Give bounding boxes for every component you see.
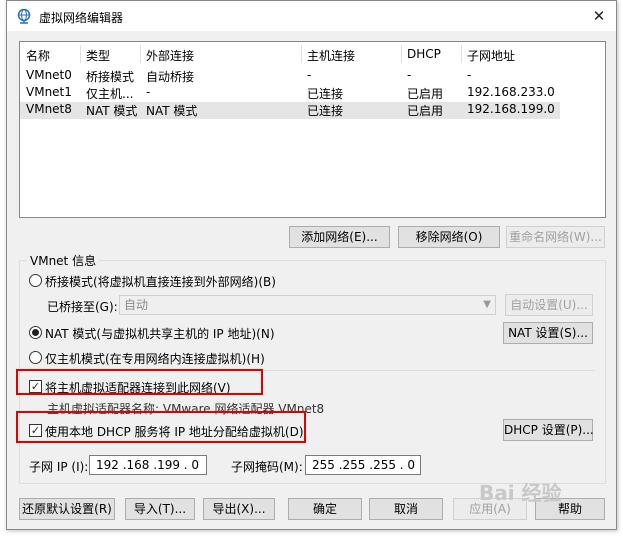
- ok-button[interactable]: 确定: [288, 498, 362, 520]
- dhcp-settings-button[interactable]: DHCP 设置(P)...: [503, 419, 594, 441]
- highlight-box: [16, 369, 263, 395]
- bridged-radio[interactable]: [29, 274, 42, 287]
- add-network-button[interactable]: 添加网络(E)...: [289, 226, 390, 248]
- list-header: 名称 类型 外部连接 主机连接 DHCP 子网地址: [20, 47, 560, 65]
- watermark: Bai 经验: [479, 481, 562, 505]
- auto-settings-button[interactable]: 自动设置(U)...: [505, 294, 593, 316]
- rename-network-button[interactable]: 重命名网络(W)...: [506, 226, 605, 248]
- restore-defaults-button[interactable]: 还原默认设置(R): [19, 498, 115, 520]
- bridged-to-dropdown[interactable]: 自动 ▼: [119, 295, 496, 315]
- table-row-selected[interactable]: VMnet8 NAT 模式 NAT 模式 已连接 已启用 192.168.199…: [20, 102, 560, 119]
- host-only-radio[interactable]: [29, 351, 42, 364]
- table-row[interactable]: VMnet1 仅主机... - 已连接 已启用 192.168.233.0: [20, 85, 560, 102]
- cancel-button[interactable]: 取消: [369, 498, 443, 520]
- vmnet-info-title: VMnet 信息: [27, 252, 100, 269]
- export-button[interactable]: 导出(X)...: [203, 498, 275, 520]
- chevron-down-icon: ▼: [483, 299, 491, 310]
- nat-label[interactable]: NAT 模式(与虚拟机共享主机的 IP 地址)(N): [45, 325, 275, 342]
- nat-radio[interactable]: [29, 326, 42, 339]
- network-list[interactable]: 名称 类型 外部连接 主机连接 DHCP 子网地址 VMnet0 桥接模式 自动…: [19, 41, 606, 218]
- title-bar: 虚拟网络编辑器 ✕: [7, 1, 616, 31]
- bridged-to-label: 已桥接至(G):: [47, 300, 118, 314]
- close-button[interactable]: ✕: [588, 6, 610, 26]
- header-subnet[interactable]: 子网地址: [467, 47, 515, 64]
- subnet-mask-label: 子网掩码(M):: [231, 460, 303, 474]
- table-row[interactable]: VMnet0 桥接模式 自动桥接 - - -: [20, 68, 560, 85]
- network-globe-icon: [17, 8, 31, 24]
- bridged-label[interactable]: 桥接模式(将虚拟机直接连接到外部网络)(B): [45, 273, 276, 290]
- nat-settings-button[interactable]: NAT 设置(S)...: [503, 322, 593, 344]
- subnet-ip-input[interactable]: 192 .168 .199 . 0: [89, 455, 207, 475]
- window-title: 虚拟网络编辑器: [39, 11, 124, 25]
- import-button[interactable]: 导入(T)...: [125, 498, 195, 520]
- remove-network-button[interactable]: 移除网络(O): [398, 226, 500, 248]
- close-icon: ✕: [592, 7, 606, 25]
- header-dhcp[interactable]: DHCP: [407, 47, 441, 61]
- subnet-mask-input[interactable]: 255 .255 .255 . 0: [305, 455, 421, 475]
- header-name[interactable]: 名称: [26, 47, 50, 64]
- header-type[interactable]: 类型: [86, 47, 110, 64]
- header-external[interactable]: 外部连接: [146, 47, 194, 64]
- virtual-network-editor-window: 虚拟网络编辑器 ✕ 名称 类型 外部连接 主机连接 DHCP 子网地址 VMne…: [6, 0, 617, 530]
- header-host[interactable]: 主机连接: [307, 47, 355, 64]
- host-only-label[interactable]: 仅主机模式(在专用网络内连接虚拟机)(H): [45, 350, 265, 367]
- highlight-box: [16, 411, 306, 443]
- subnet-ip-label: 子网 IP (I):: [29, 460, 89, 474]
